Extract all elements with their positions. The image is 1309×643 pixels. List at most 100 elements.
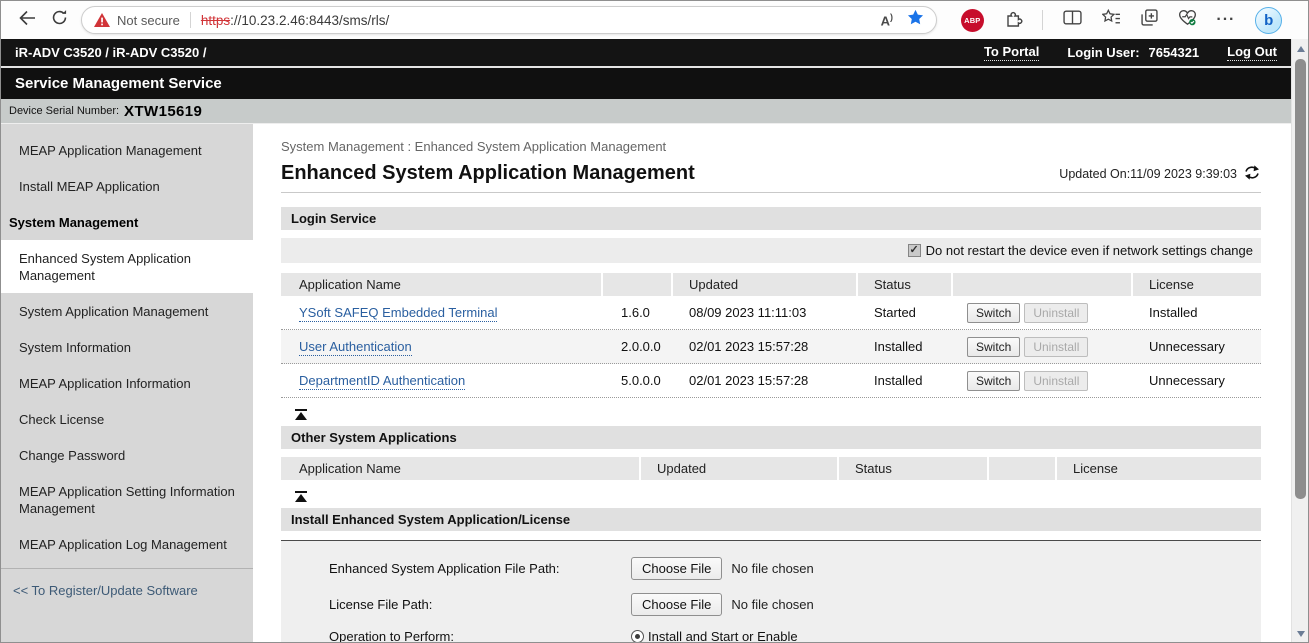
url-rest: ://10.23.2.46:8443/sms/rls/ (230, 13, 389, 28)
sidebar: MEAP Application Management Install MEAP… (1, 124, 253, 642)
app-status: Started (858, 305, 953, 320)
app-version: 1.6.0 (603, 305, 673, 320)
url-text[interactable]: https://10.23.2.46:8443/sms/rls/ (201, 13, 389, 28)
column-application-name: Application Name (281, 273, 603, 296)
app-version: 5.0.0.0 (603, 373, 673, 388)
breadcrumb: System Management : Enhanced System Appl… (281, 139, 1261, 154)
refresh-update-icon[interactable] (1243, 165, 1261, 183)
column-version-spacer (603, 273, 673, 296)
to-portal-link[interactable]: To Portal (984, 44, 1039, 61)
column-actions-spacer (989, 457, 1057, 480)
vertical-scrollbar[interactable] (1291, 39, 1308, 642)
scrollbar-down-arrow[interactable] (1292, 625, 1309, 642)
bing-copilot-icon[interactable]: b (1255, 7, 1282, 34)
app-status: Installed (858, 373, 953, 388)
collections-icon[interactable] (1102, 9, 1121, 31)
column-license: License (1133, 273, 1261, 296)
do-not-restart-checkbox[interactable]: ✓ (908, 244, 921, 257)
sidebar-item-check-license[interactable]: Check License (1, 401, 253, 437)
scroll-to-top-icon[interactable] (295, 491, 307, 502)
sidebar-section-system-management: System Management (1, 204, 253, 240)
security-status-label[interactable]: Not secure (117, 13, 180, 28)
app-status: Installed (858, 339, 953, 354)
sidebar-item-change-password[interactable]: Change Password (1, 437, 253, 473)
uninstall-button: Uninstall (1024, 303, 1088, 323)
column-application-name: Application Name (281, 457, 641, 480)
do-not-restart-label: Do not restart the device even if networ… (926, 243, 1253, 258)
scrollbar-up-arrow[interactable] (1292, 40, 1309, 57)
switch-button[interactable]: Switch (967, 371, 1020, 391)
other-apps-table-header: Application Name Updated Status License (281, 457, 1261, 480)
column-updated: Updated (641, 457, 839, 480)
to-register-update-software-link[interactable]: << To Register/Update Software (1, 569, 253, 608)
split-screen-icon[interactable] (1063, 10, 1082, 30)
app-link-departmentid-authentication[interactable]: DepartmentID Authentication (299, 373, 465, 390)
read-aloud-icon[interactable]: A) (881, 12, 893, 28)
favorite-star-icon[interactable] (907, 9, 924, 31)
page-title: Enhanced System Application Management (281, 162, 695, 185)
no-file-chosen-text: No file chosen (731, 597, 813, 612)
table-row: DepartmentID Authentication 5.0.0.0 02/0… (281, 364, 1261, 398)
radio-install-and-start[interactable] (631, 630, 644, 642)
app-version: 2.0.0.0 (603, 339, 673, 354)
settings-more-icon[interactable]: ··· (1216, 11, 1235, 29)
serial-label: Device Serial Number: (9, 105, 119, 117)
license-file-path-label: License File Path: (329, 597, 631, 612)
address-bar[interactable]: Not secure https://10.23.2.46:8443/sms/r… (81, 6, 937, 34)
switch-button[interactable]: Switch (967, 337, 1020, 357)
not-secure-warning-icon (94, 13, 110, 27)
browser-toolbar: Not secure https://10.23.2.46:8443/sms/r… (1, 1, 1308, 39)
column-updated: Updated (673, 273, 858, 296)
sidebar-item-meap-application-information[interactable]: MEAP Application Information (1, 365, 253, 401)
serial-number-bar: Device Serial Number: XTW15619 (1, 99, 1291, 124)
service-title-bar: Service Management Service (1, 68, 1291, 99)
column-actions-spacer (953, 273, 1133, 296)
browser-window: Not secure https://10.23.2.46:8443/sms/r… (0, 0, 1309, 643)
login-user-value: 7654321 (1149, 45, 1200, 60)
sidebar-item-meap-application-setting-information-management[interactable]: MEAP Application Setting Information Man… (1, 473, 253, 526)
sidebar-item-meap-application-log-management[interactable]: MEAP Application Log Management (1, 526, 253, 562)
app-file-path-label: Enhanced System Application File Path: (329, 561, 631, 576)
switch-button[interactable]: Switch (967, 303, 1020, 323)
column-license: License (1057, 457, 1261, 480)
main-content: System Management : Enhanced System Appl… (253, 124, 1291, 642)
column-status: Status (858, 273, 953, 296)
updated-on-text: Updated On:11/09 2023 9:39:03 (1059, 167, 1237, 181)
browser-essentials-icon[interactable] (1178, 9, 1197, 31)
adblock-plus-icon[interactable]: ABP (961, 9, 984, 32)
sidebar-item-system-information[interactable]: System Information (1, 329, 253, 365)
app-updated: 08/09 2023 11:11:03 (673, 305, 858, 320)
table-row: YSoft SAFEQ Embedded Terminal 1.6.0 08/0… (281, 296, 1261, 330)
toolbar-divider (1042, 10, 1043, 30)
other-system-applications-heading: Other System Applications (281, 426, 1261, 449)
extensions-puzzle-icon[interactable] (1004, 8, 1023, 32)
back-button[interactable] (11, 5, 43, 35)
address-divider (190, 12, 191, 28)
scroll-to-top-icon[interactable] (295, 409, 307, 420)
uninstall-button: Uninstall (1024, 371, 1088, 391)
choose-file-button-application[interactable]: Choose File (631, 557, 722, 580)
log-out-link[interactable]: Log Out (1227, 44, 1277, 61)
sidebar-item-system-application-management[interactable]: System Application Management (1, 293, 253, 329)
sidebar-item-enhanced-system-application-management[interactable]: Enhanced System Application Management (1, 240, 253, 293)
login-service-heading: Login Service (281, 207, 1261, 230)
service-title: Service Management Service (15, 75, 222, 92)
choose-file-button-license[interactable]: Choose File (631, 593, 722, 616)
device-header-bar: iR-ADV C3520 / iR-ADV C3520 / To Portal … (1, 39, 1291, 66)
sidebar-item-install-meap-application[interactable]: Install MEAP Application (1, 168, 253, 204)
toolbar-extensions-area: ABP ··· b (941, 7, 1302, 34)
scrollbar-thumb[interactable] (1295, 59, 1306, 499)
refresh-button[interactable] (43, 5, 75, 35)
serial-value: XTW15619 (124, 103, 202, 120)
app-link-ysoft-safeq[interactable]: YSoft SAFEQ Embedded Terminal (299, 305, 497, 322)
login-user-label: Login User: (1067, 45, 1139, 60)
sidebar-item-meap-application-management[interactable]: MEAP Application Management (1, 132, 253, 168)
device-path: iR-ADV C3520 / iR-ADV C3520 / (15, 45, 206, 60)
app-updated: 02/01 2023 15:57:28 (673, 339, 858, 354)
app-link-user-authentication[interactable]: User Authentication (299, 339, 412, 356)
install-form-panel: Enhanced System Application File Path: C… (281, 540, 1261, 642)
app-updated: 02/01 2023 15:57:28 (673, 373, 858, 388)
login-user: Login User: 7654321 (1067, 45, 1199, 60)
radio-install-and-start-label: Install and Start or Enable (648, 629, 798, 642)
add-tab-copy-icon[interactable] (1141, 9, 1158, 31)
